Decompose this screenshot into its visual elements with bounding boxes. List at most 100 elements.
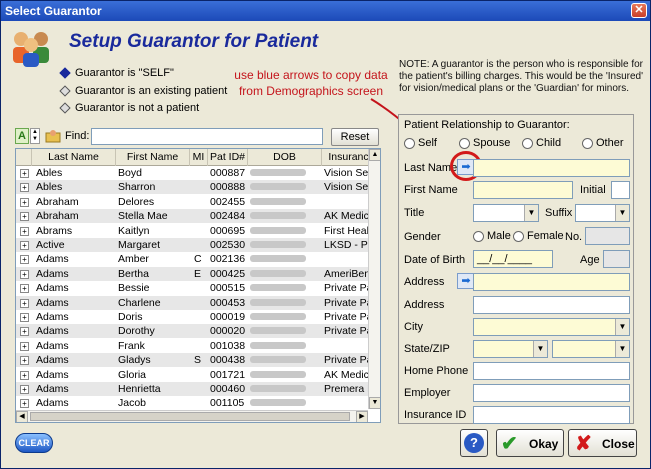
dropdown-arrow-icon: ▼ (615, 319, 629, 335)
table-row[interactable]: + Adams Jacob 001105 (16, 396, 368, 410)
expand-row-icon[interactable]: + (20, 269, 29, 279)
sort-az-button[interactable]: A (15, 128, 29, 144)
find-input[interactable] (91, 128, 323, 145)
expand-row-icon[interactable]: + (20, 284, 29, 294)
clear-button[interactable]: CLEAR (15, 433, 53, 453)
scroll-right-icon[interactable]: ▶ (356, 411, 368, 422)
table-row[interactable]: + Abraham Stella Mae 002484 AK Medicaid - (16, 209, 368, 224)
initial-input[interactable] (611, 181, 630, 199)
table-row[interactable]: + Adams Gladys S 000438 Private Pay Ca (16, 353, 368, 368)
last-name-input[interactable] (473, 159, 630, 177)
column-last-name[interactable]: Last Name (32, 149, 116, 166)
gender-female[interactable]: Female (513, 230, 564, 242)
title-select[interactable]: ▼ (473, 204, 539, 222)
employer-input[interactable] (473, 384, 630, 402)
table-row[interactable]: + Ables Sharron 000888 Vision Service (16, 180, 368, 195)
table-row[interactable]: + Abrams Kaitlyn 000695 First Health Se (16, 224, 368, 238)
radio-icon (459, 137, 470, 149)
first-name-input[interactable] (473, 181, 573, 199)
expand-row-icon[interactable]: + (20, 385, 29, 394)
state-select[interactable]: ▼ (473, 340, 548, 358)
window-close-button[interactable]: ✕ (631, 3, 647, 18)
reset-button[interactable]: Reset (331, 128, 379, 146)
expand-row-icon[interactable]: + (20, 183, 29, 193)
table-row[interactable]: + Abraham Delores 002455 (16, 195, 368, 209)
option-guarantor-not-patient[interactable]: Guarantor is not a patient (59, 102, 199, 114)
table-row[interactable]: + Adams Amber C 002136 (16, 252, 368, 266)
address-input[interactable] (473, 273, 630, 291)
table-row[interactable]: + Adams Frank 001038 (16, 339, 368, 353)
table-row[interactable]: + Adams Dorothy 000020 Private Pay Ca (16, 324, 368, 339)
option-guarantor-existing-patient[interactable]: Guarantor is an existing patient (59, 85, 227, 97)
table-row[interactable]: + Ables Boyd 000887 Vision Service (16, 166, 368, 180)
table-row[interactable]: + Adams Henrietta 000460 Premera Bluec (16, 382, 368, 396)
sort-spinner[interactable]: ▲ ▼ (30, 128, 40, 144)
relationship-child[interactable]: Child (522, 137, 561, 149)
scroll-down-icon[interactable]: ▼ (369, 397, 380, 409)
cell-insurance (324, 339, 368, 353)
expand-row-icon[interactable]: + (20, 298, 29, 308)
state-zip-label: State/ZIP (404, 343, 450, 355)
city-select[interactable]: ▼ (473, 318, 630, 336)
cell-dob (250, 396, 320, 410)
expand-row-icon[interactable]: + (20, 241, 29, 250)
home-phone-input[interactable] (473, 362, 630, 380)
table-row[interactable]: + Adams Bertha E 000425 AmeriBen/IEC G (16, 266, 368, 281)
table-row[interactable]: + Adams Doris 000019 Private Pay Ca (16, 310, 368, 324)
scroll-left-icon[interactable]: ◀ (16, 411, 28, 422)
expand-row-icon[interactable]: + (20, 226, 29, 236)
grid-horizontal-scrollbar[interactable]: ◀ ▶ (16, 410, 368, 422)
expand-row-icon[interactable]: + (20, 399, 29, 409)
radio-icon (513, 230, 524, 242)
relationship-self[interactable]: Self (404, 137, 437, 149)
suffix-select[interactable]: ▼ (575, 204, 630, 222)
cell-first-name: Stella Mae (118, 210, 168, 223)
zip-select[interactable]: ▼ (552, 340, 630, 358)
cell-pat-id: 002484 (210, 210, 246, 223)
expand-row-icon[interactable]: + (20, 356, 29, 366)
table-row[interactable]: + Adams Bessie 000515 Private Pay Ca (16, 281, 368, 295)
close-button[interactable]: ✘ Close (568, 429, 637, 457)
cell-mi (194, 281, 208, 295)
okay-button[interactable]: ✔ Okay (496, 429, 564, 457)
column-mi[interactable]: MI (190, 149, 208, 166)
cell-pat-id: 000887 (210, 167, 246, 179)
dob-input[interactable]: __/__/____ (473, 250, 553, 268)
expand-row-icon[interactable]: + (20, 197, 29, 207)
cell-insurance: LKSD - Premie (324, 239, 368, 251)
help-button[interactable]: ? (460, 429, 488, 457)
expand-row-icon[interactable]: + (20, 255, 29, 265)
cell-mi (194, 324, 208, 338)
grid-vertical-scrollbar[interactable]: ▲ ▼ (368, 149, 380, 409)
column-pat-id[interactable]: Pat ID# (208, 149, 248, 166)
option-existing-diamond-icon (59, 85, 71, 97)
table-row[interactable]: + Adams Charlene 000453 Private Pay Ca (16, 295, 368, 310)
cell-last-name: Active (36, 239, 65, 251)
expand-row-icon[interactable]: + (20, 370, 29, 380)
redacted-dob (250, 197, 306, 205)
relationship-other[interactable]: Other (582, 137, 624, 149)
no-input[interactable] (585, 227, 630, 245)
expand-row-icon[interactable]: + (20, 313, 29, 322)
cell-insurance: AK Medicaid - (324, 210, 368, 223)
address2-input[interactable] (473, 296, 630, 314)
expand-row-icon[interactable]: + (20, 327, 29, 337)
cell-pat-id: 001721 (210, 368, 246, 381)
option-guarantor-self[interactable]: Guarantor is "SELF" (59, 67, 174, 79)
expand-row-icon[interactable]: + (20, 212, 29, 222)
redacted-dob (250, 169, 306, 176)
folder-person-icon[interactable] (45, 129, 61, 143)
table-row[interactable]: + Adams Gloria 001721 AK Medicaid - (16, 368, 368, 382)
relationship-spouse[interactable]: Spouse (459, 137, 510, 149)
column-dob[interactable]: DOB (248, 149, 322, 166)
cell-mi (194, 382, 208, 396)
table-row[interactable]: + Active Margaret 002530 LKSD - Premie (16, 238, 368, 252)
cell-dob (250, 252, 320, 266)
insurance-id-input[interactable] (473, 406, 630, 424)
expand-row-icon[interactable]: + (20, 169, 29, 178)
expand-row-icon[interactable]: + (20, 341, 29, 351)
scroll-thumb[interactable] (30, 412, 350, 421)
scroll-up-icon[interactable]: ▲ (369, 149, 380, 161)
column-first-name[interactable]: First Name (116, 149, 190, 166)
gender-male[interactable]: Male (473, 230, 511, 242)
